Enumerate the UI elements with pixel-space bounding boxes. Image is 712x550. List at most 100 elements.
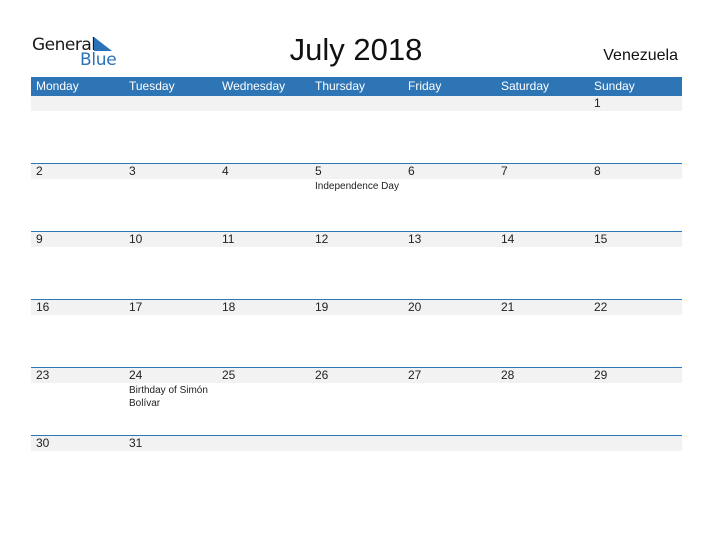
day-cell: [124, 96, 217, 163]
day-cell: [496, 436, 589, 503]
day-cell: 22: [589, 300, 682, 367]
day-cell: [310, 96, 403, 163]
day-number: [315, 436, 403, 451]
day-number: 31: [129, 436, 143, 450]
day-cell: 19: [310, 300, 403, 367]
weekday-sunday: Sunday: [594, 79, 635, 93]
weekday-header: Monday Tuesday Wednesday Thursday Friday Satu…: [31, 77, 682, 96]
day-cell: 2: [31, 164, 124, 231]
day-number: 30: [36, 436, 50, 450]
day-number: [501, 96, 589, 111]
day-number: 27: [408, 368, 422, 382]
day-number: 20: [408, 300, 422, 314]
weekday-saturday: Saturday: [501, 79, 550, 93]
day-cell: [403, 96, 496, 163]
day-number: [501, 436, 589, 451]
week-row: 1: [31, 96, 682, 163]
day-cell: 23: [31, 368, 124, 435]
day-number: 18: [222, 300, 236, 314]
day-cell: 1: [589, 96, 682, 163]
day-number: [408, 96, 496, 111]
day-number: [222, 436, 310, 451]
day-cell: [589, 436, 682, 503]
day-number: 10: [129, 232, 143, 246]
day-number: 15: [594, 232, 608, 246]
day-cell: [217, 436, 310, 503]
day-number: 23: [36, 368, 50, 382]
day-number: 16: [36, 300, 50, 314]
weekday-friday: Friday: [408, 79, 442, 93]
day-number: 6: [408, 164, 415, 178]
day-cell: 27: [403, 368, 496, 435]
day-number: [594, 436, 682, 451]
day-number: 12: [315, 232, 329, 246]
day-cell: 15: [589, 232, 682, 299]
day-number: 21: [501, 300, 515, 314]
week-row: 9 10 11 12 13 14 15: [31, 231, 682, 299]
day-cell: 20: [403, 300, 496, 367]
day-number: 8: [594, 164, 601, 178]
weekday-monday: Monday: [36, 79, 79, 93]
day-cell: 24 Birthday of Simón Bolívar: [124, 368, 217, 435]
day-number: [129, 96, 217, 111]
week-row: 23 24 Birthday of Simón Bolívar 25 26 27 28 29: [31, 367, 682, 435]
day-number: 17: [129, 300, 143, 314]
holiday-label: Birthday of Simón Bolívar: [129, 385, 208, 409]
day-cell: 29: [589, 368, 682, 435]
day-number: [315, 96, 403, 111]
day-number: 5: [315, 164, 322, 178]
day-cell: 18: [217, 300, 310, 367]
day-cell: [496, 96, 589, 163]
day-cell: 3: [124, 164, 217, 231]
day-number: 2: [36, 164, 43, 178]
day-number: [222, 96, 310, 111]
day-cell: 6: [403, 164, 496, 231]
day-cell: 9: [31, 232, 124, 299]
day-number: 24: [129, 368, 143, 382]
day-cell: 5 Independence Day: [310, 164, 403, 231]
day-cell: 26: [310, 368, 403, 435]
day-cell: 11: [217, 232, 310, 299]
day-cell: 31: [124, 436, 217, 503]
day-cell: 13: [403, 232, 496, 299]
day-number: 29: [594, 368, 608, 382]
day-cell: 17: [124, 300, 217, 367]
day-number: 7: [501, 164, 508, 178]
day-cell: 21: [496, 300, 589, 367]
day-number: 9: [36, 232, 43, 246]
weekday-tuesday: Tuesday: [129, 79, 175, 93]
week-row: 30 31: [31, 435, 682, 503]
day-cell: 16: [31, 300, 124, 367]
day-number: 14: [501, 232, 515, 246]
calendar-grid: Monday Tuesday Wednesday Thursday Friday Satu…: [31, 77, 682, 503]
weekday-wednesday: Wednesday: [222, 79, 286, 93]
day-number: 1: [594, 96, 601, 110]
day-number: 11: [222, 232, 235, 246]
day-number: 28: [501, 368, 515, 382]
day-cell: 12: [310, 232, 403, 299]
day-cell: [310, 436, 403, 503]
weekday-thursday: Thursday: [315, 79, 366, 93]
day-number: 19: [315, 300, 329, 314]
day-cell: 8: [589, 164, 682, 231]
day-cell: 14: [496, 232, 589, 299]
week-row: 16 17 18 19 20 21 22: [31, 299, 682, 367]
day-cell: [403, 436, 496, 503]
day-cell: 10: [124, 232, 217, 299]
day-number: 4: [222, 164, 229, 178]
day-cell: [217, 96, 310, 163]
day-number: 25: [222, 368, 236, 382]
country-label: Venezuela: [603, 47, 678, 64]
day-number: 22: [594, 300, 608, 314]
day-cell: 28: [496, 368, 589, 435]
day-cell: 30: [31, 436, 124, 503]
week-row: 2 3 4 5 Independence Day 6 7 8: [31, 163, 682, 231]
day-number: 26: [315, 368, 329, 382]
day-number: 3: [129, 164, 136, 178]
day-cell: 4: [217, 164, 310, 231]
day-cell: 25: [217, 368, 310, 435]
day-number: 13: [408, 232, 422, 246]
day-number: [36, 96, 124, 111]
day-cell: [31, 96, 124, 163]
day-cell: 7: [496, 164, 589, 231]
